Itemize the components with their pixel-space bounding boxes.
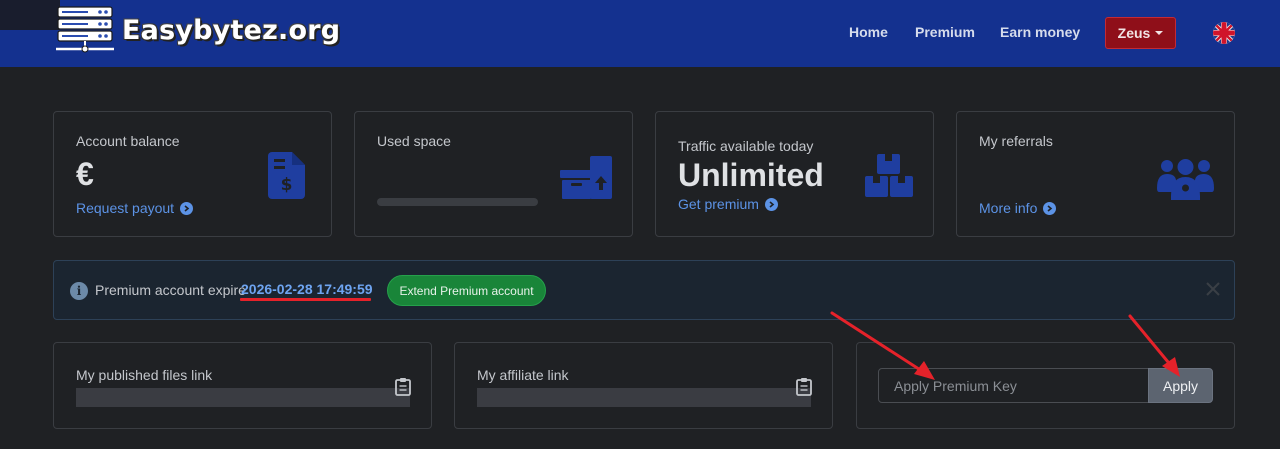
traffic-value: Unlimited: [678, 157, 824, 193]
card-title: Used space: [377, 133, 451, 149]
link-label: Request payout: [76, 200, 175, 216]
balance-value: €: [76, 156, 94, 192]
card-traffic: Traffic available today Unlimited Get pr…: [655, 111, 934, 237]
card-published-files-link: My published files link: [53, 342, 432, 429]
used-space-progress: [377, 198, 538, 206]
annotation-underline: [240, 298, 371, 301]
premium-key-input[interactable]: [878, 368, 1149, 403]
clipboard-icon[interactable]: [796, 377, 812, 396]
alert-message: Premium account expire: [95, 282, 246, 298]
archive-upload-icon: [560, 156, 612, 199]
uk-flag-icon[interactable]: [1213, 22, 1235, 44]
get-premium-link[interactable]: Get premium: [678, 196, 778, 212]
nav-premium[interactable]: Premium: [915, 24, 975, 40]
more-info-link[interactable]: More info: [979, 200, 1057, 216]
close-icon[interactable]: [1205, 281, 1221, 297]
boxes-icon: [865, 154, 913, 197]
card-title: My affiliate link: [477, 367, 569, 383]
brand-name: Easybytez.org: [122, 14, 341, 46]
nav-home[interactable]: Home: [849, 24, 888, 40]
info-icon: i: [70, 282, 88, 300]
top-navbar: Easybytez.org Home Premium Earn money Ze…: [0, 0, 1280, 67]
card-premium-key: Apply: [856, 342, 1235, 429]
expire-date: 2026-02-28 17:49:59: [241, 281, 373, 297]
card-affiliate-link: My affiliate link: [454, 342, 833, 429]
chevron-right-icon: [764, 197, 778, 211]
card-used-space: Used space: [354, 111, 633, 237]
site-logo[interactable]: Easybytez.org: [52, 4, 340, 56]
clipboard-icon[interactable]: [395, 377, 411, 396]
card-referrals: My referrals More info: [956, 111, 1235, 237]
user-name: Zeus: [1117, 25, 1151, 41]
affiliate-link-value[interactable]: [477, 388, 811, 407]
published-link-value[interactable]: [76, 388, 410, 407]
card-title: Account balance: [76, 133, 180, 149]
chevron-right-icon: [1043, 201, 1057, 215]
card-title: My published files link: [76, 367, 213, 383]
header-shadow-strip: [0, 0, 60, 30]
request-payout-link[interactable]: Request payout: [76, 200, 194, 216]
user-menu-button[interactable]: Zeus: [1105, 17, 1176, 49]
apply-button[interactable]: Apply: [1148, 368, 1213, 403]
link-label: More info: [979, 200, 1038, 216]
invoice-dollar-icon: $: [268, 152, 305, 199]
users-icon: [1157, 159, 1214, 200]
server-network-icon: [56, 6, 114, 53]
extend-premium-button[interactable]: Extend Premium account: [387, 275, 546, 306]
card-title: My referrals: [979, 133, 1053, 149]
card-account-balance: Account balance € Request payout $: [53, 111, 332, 237]
nav-earn-money[interactable]: Earn money: [1000, 24, 1080, 40]
premium-expire-alert: i Premium account expire 2026-02-28 17:4…: [53, 260, 1235, 320]
chevron-right-icon: [180, 201, 194, 215]
caret-down-icon: [1155, 31, 1164, 35]
svg-text:$: $: [281, 175, 293, 195]
card-title: Traffic available today: [678, 138, 814, 154]
link-label: Get premium: [678, 196, 759, 212]
